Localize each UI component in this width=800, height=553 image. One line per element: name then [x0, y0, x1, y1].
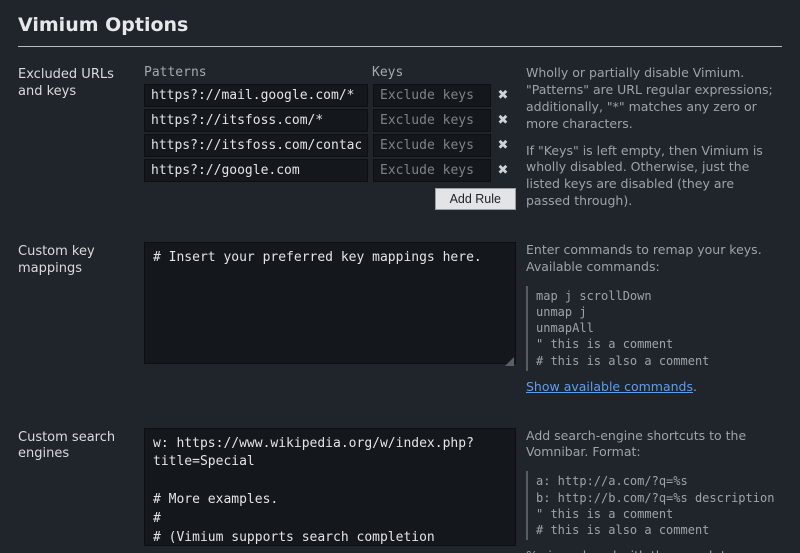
keys-input[interactable] [373, 84, 491, 107]
search-label: Custom search engines [18, 428, 134, 464]
pattern-input[interactable] [144, 134, 368, 157]
excluded-label: Excluded URLs and keys [18, 65, 134, 101]
mappings-help-code: map j scrollDown unmap j unmapAll " this… [526, 286, 782, 371]
section-excluded-urls: Excluded URLs and keys Patterns Keys ✖ ✖… [18, 65, 782, 220]
delete-row-icon[interactable]: ✖ [496, 113, 510, 128]
add-rule-button[interactable]: Add Rule [435, 188, 516, 210]
excluded-row: ✖ [144, 109, 516, 132]
keys-input[interactable] [373, 109, 491, 132]
pattern-input[interactable] [144, 159, 368, 182]
excluded-help-p1: Wholly or partially disable Vimium. "Pat… [526, 65, 782, 133]
mappings-help: Enter commands to remap your keys. Avail… [526, 242, 782, 406]
excluded-help: Wholly or partially disable Vimium. "Pat… [526, 65, 782, 220]
header-keys: Keys [372, 65, 516, 80]
delete-row-icon[interactable]: ✖ [496, 163, 510, 178]
title-divider [18, 46, 782, 47]
excluded-help-p2: If "Keys" is left empty, then Vimium is … [526, 143, 782, 211]
excluded-row: ✖ [144, 159, 516, 182]
search-help-intro: Add search-engine shortcuts to the Vomni… [526, 428, 782, 462]
search-textarea[interactable] [144, 428, 516, 546]
pattern-input[interactable] [144, 109, 368, 132]
keys-input[interactable] [373, 159, 491, 182]
excluded-row: ✖ [144, 84, 516, 107]
delete-row-icon[interactable]: ✖ [496, 88, 510, 103]
mappings-label: Custom key mappings [18, 242, 134, 278]
section-search-engines: Custom search engines Add search-engine … [18, 428, 782, 553]
header-patterns: Patterns [144, 65, 372, 80]
pattern-input[interactable] [144, 84, 368, 107]
keys-input[interactable] [373, 134, 491, 157]
search-help-tail1: %s is replaced with the search terms. [526, 548, 782, 553]
show-commands-link[interactable]: Show available commands [526, 379, 693, 394]
section-key-mappings: Custom key mappings Enter commands to re… [18, 242, 782, 406]
search-help: Add search-engine shortcuts to the Vomni… [526, 428, 782, 553]
mappings-textarea[interactable] [144, 242, 516, 364]
page-title: Vimium Options [18, 14, 782, 46]
excluded-row: ✖ [144, 134, 516, 157]
delete-row-icon[interactable]: ✖ [496, 138, 510, 153]
mappings-help-intro: Enter commands to remap your keys. Avail… [526, 242, 782, 276]
excluded-header: Patterns Keys [144, 65, 516, 80]
search-help-code: a: http://a.com/?q=%s b: http://b.com/?q… [526, 471, 782, 540]
